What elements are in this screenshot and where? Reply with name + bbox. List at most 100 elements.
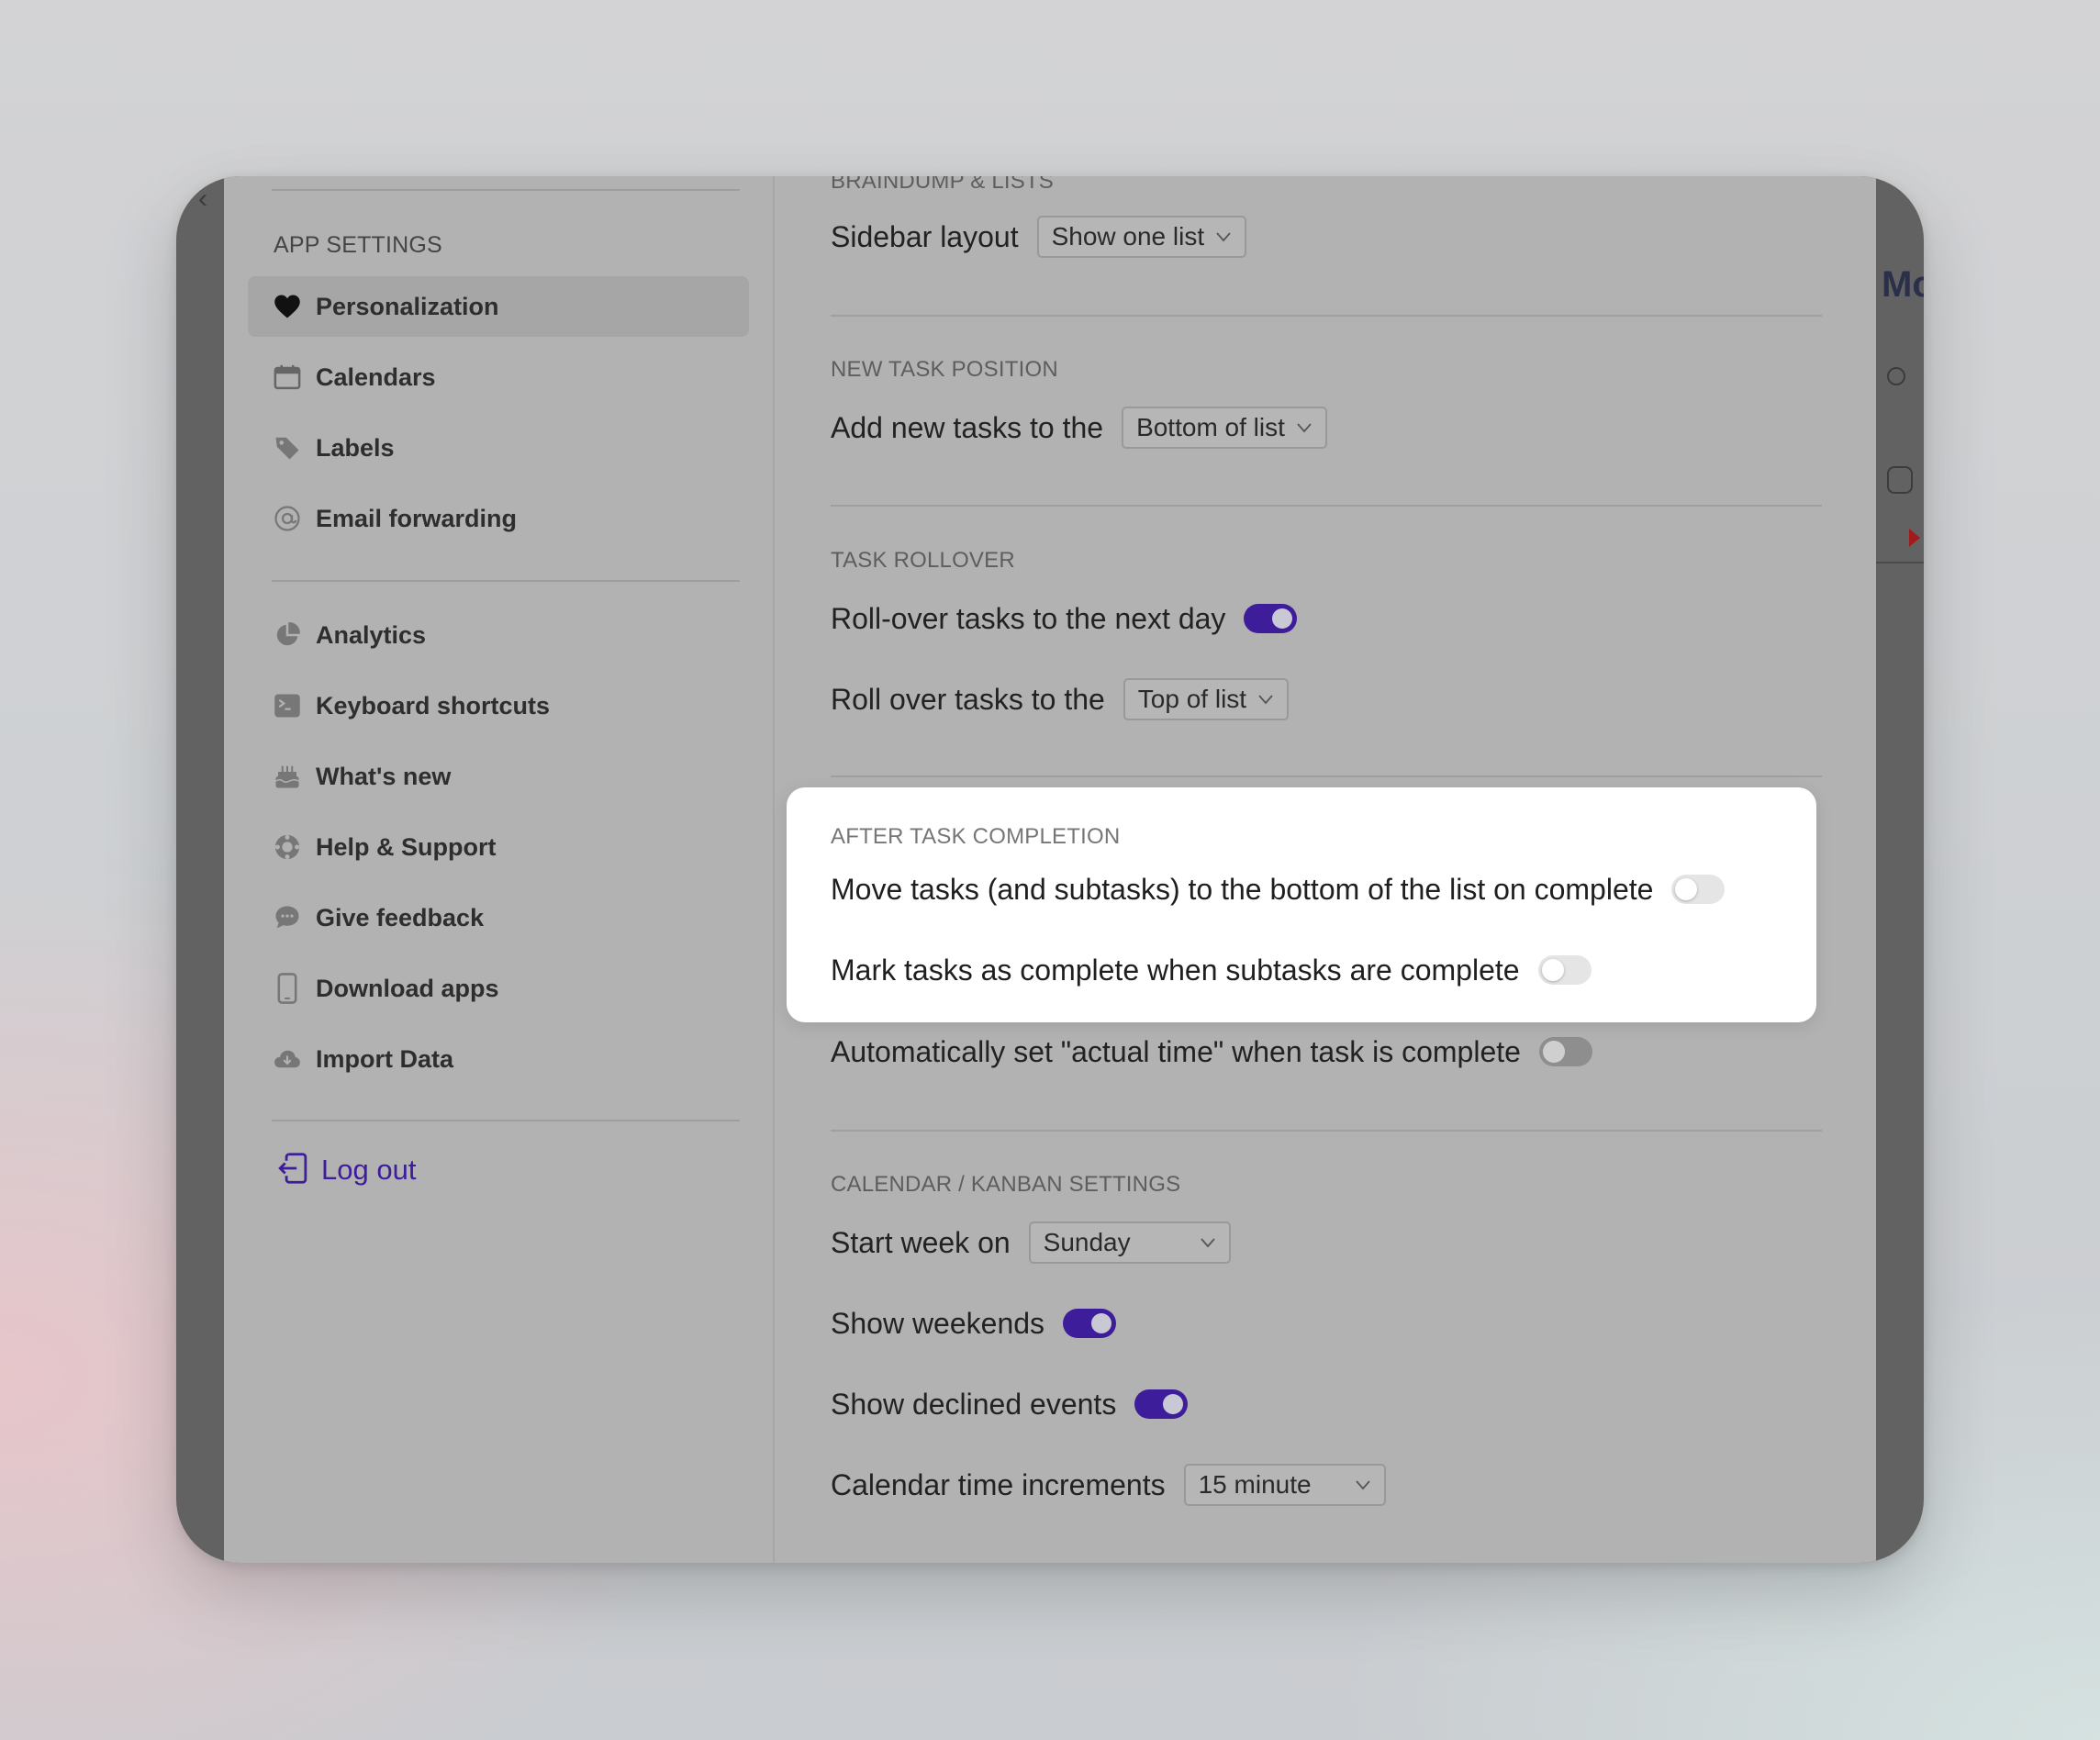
setting-row-start-week: Start week on Sunday: [831, 1219, 1231, 1266]
lifebuoy-icon: [274, 833, 301, 861]
setting-label: Sidebar layout: [831, 219, 1019, 253]
section-title-after-completion: AFTER TASK COMPLETION: [831, 824, 1121, 849]
dropdown-value: Bottom of list: [1136, 413, 1285, 441]
dropdown-value: Show one list: [1051, 222, 1205, 251]
setting-row-rollover-position: Roll over tasks to the Top of list: [831, 675, 1290, 723]
sidebar-divider: [272, 189, 740, 191]
section-divider: [831, 775, 1822, 777]
section-title-new-task-position: NEW TASK POSITION: [831, 357, 1058, 382]
cake-icon: [274, 763, 301, 790]
time-increments-dropdown[interactable]: 15 minute: [1183, 1464, 1386, 1506]
checkbox-icon: [1887, 466, 1913, 494]
sidebar-item-help-support[interactable]: Help & Support: [248, 817, 749, 877]
rollover-position-dropdown[interactable]: Top of list: [1123, 678, 1290, 720]
start-week-dropdown[interactable]: Sunday: [1028, 1221, 1231, 1264]
terminal-icon: [274, 692, 301, 719]
logout-label: Log out: [321, 1154, 417, 1186]
chevron-down-icon: [1215, 229, 1232, 245]
setting-row-move-tasks: Move tasks (and subtasks) to the bottom …: [831, 865, 1726, 913]
section-divider: [831, 1130, 1822, 1132]
add-circle-icon: [1887, 367, 1905, 385]
sidebar-item-label: Personalization: [316, 292, 499, 320]
setting-row-add-new-tasks: Add new tasks to the Bottom of list: [831, 404, 1327, 452]
weekends-toggle[interactable]: [1063, 1309, 1117, 1338]
new-task-position-dropdown[interactable]: Bottom of list: [1122, 407, 1327, 449]
sidebar-layout-dropdown[interactable]: Show one list: [1036, 216, 1247, 258]
setting-label: Mark tasks as complete when subtasks are…: [831, 953, 1520, 987]
dropdown-value: 15 minute: [1198, 1470, 1312, 1499]
setting-label: Show weekends: [831, 1306, 1045, 1340]
background-app-edge: Mc: [1876, 176, 1924, 1563]
sidebar-item-label: Keyboard shortcuts: [316, 691, 551, 719]
sidebar-item-label: Import Data: [316, 1044, 454, 1073]
move-tasks-toggle[interactable]: [1671, 875, 1726, 904]
phone-icon: [274, 973, 301, 1004]
sidebar-item-labels[interactable]: Labels: [248, 418, 749, 478]
setting-row-actual-time: Automatically set "actual time" when tas…: [831, 1028, 1592, 1076]
dropdown-value: Top of list: [1137, 685, 1247, 713]
sidebar-item-download-apps[interactable]: Download apps: [248, 958, 749, 1019]
settings-sidebar: APP SETTINGS Personalization Calendars L…: [224, 176, 775, 1563]
setting-row-weekends: Show weekends: [831, 1299, 1117, 1347]
section-title-braindump: BRAINDUMP & LISTS: [831, 176, 1055, 194]
section-divider: [831, 505, 1822, 507]
setting-label: Calendar time increments: [831, 1467, 1166, 1501]
background-title: Mc: [1882, 264, 1924, 305]
section-title-task-rollover: TASK ROLLOVER: [831, 548, 1015, 573]
sidebar-item-give-feedback[interactable]: Give feedback: [248, 887, 749, 948]
back-arrow-icon: ‹: [198, 184, 207, 214]
actual-time-toggle[interactable]: [1538, 1037, 1592, 1066]
heart-icon: [274, 293, 301, 320]
sidebar-item-label: Email forwarding: [316, 504, 518, 532]
sidebar-item-label: Help & Support: [316, 832, 497, 861]
sidebar-heading: APP SETTINGS: [274, 232, 442, 258]
sidebar-item-label: Labels: [316, 433, 395, 462]
sidebar-item-import-data[interactable]: Import Data: [248, 1029, 749, 1089]
setting-row-sidebar-layout: Sidebar layout Show one list: [831, 213, 1247, 261]
sidebar-item-label: Calendars: [316, 362, 436, 391]
chevron-down-icon: [1355, 1477, 1371, 1493]
setting-label: Move tasks (and subtasks) to the bottom …: [831, 872, 1654, 906]
calendar-icon: [274, 363, 301, 391]
divider: [1876, 562, 1924, 563]
sidebar-item-calendars[interactable]: Calendars: [248, 347, 749, 407]
dropdown-value: Sunday: [1043, 1228, 1131, 1256]
rollover-toggle[interactable]: [1244, 604, 1298, 633]
setting-label: Start week on: [831, 1225, 1011, 1259]
sidebar-item-label: Give feedback: [316, 903, 485, 931]
logout-icon: [277, 1152, 308, 1189]
pie-chart-icon: [274, 621, 301, 649]
setting-label: Roll-over tasks to the next day: [831, 601, 1226, 635]
chat-bubble-icon: [274, 904, 301, 931]
cloud-download-icon: [274, 1045, 301, 1073]
sidebar-item-label: What's new: [316, 762, 452, 790]
sidebar-item-personalization[interactable]: Personalization: [248, 276, 749, 337]
declined-events-toggle[interactable]: [1134, 1389, 1189, 1419]
sidebar-item-keyboard-shortcuts[interactable]: Keyboard shortcuts: [248, 675, 749, 736]
mark-complete-toggle[interactable]: [1537, 955, 1592, 985]
setting-label: Automatically set "actual time" when tas…: [831, 1034, 1521, 1068]
sidebar-item-label: Analytics: [316, 620, 427, 649]
setting-row-time-increments: Calendar time increments 15 minute: [831, 1461, 1386, 1509]
chevron-down-icon: [1296, 419, 1312, 436]
setting-row-rollover: Roll-over tasks to the next day: [831, 595, 1298, 642]
sidebar-item-label: Download apps: [316, 974, 499, 1002]
flag-icon: [1909, 529, 1920, 547]
setting-row-declined-events: Show declined events: [831, 1380, 1189, 1428]
setting-row-mark-complete: Mark tasks as complete when subtasks are…: [831, 946, 1592, 994]
sidebar-divider: [272, 1120, 740, 1121]
after-task-completion-panel: AFTER TASK COMPLETION Move tasks (and su…: [787, 787, 1816, 1022]
sidebar-item-whats-new[interactable]: What's new: [248, 746, 749, 807]
sidebar-item-email-forwarding[interactable]: Email forwarding: [248, 488, 749, 549]
tag-icon: [274, 434, 301, 462]
chevron-down-icon: [1257, 691, 1274, 708]
logout-button[interactable]: Log out: [277, 1147, 416, 1193]
at-icon: [274, 505, 301, 532]
sidebar-item-analytics[interactable]: Analytics: [248, 605, 749, 665]
sidebar-divider: [272, 580, 740, 582]
setting-label: Add new tasks to the: [831, 410, 1104, 444]
section-title-calendar: CALENDAR / KANBAN SETTINGS: [831, 1172, 1181, 1197]
chevron-down-icon: [1200, 1234, 1216, 1251]
setting-label: Roll over tasks to the: [831, 682, 1105, 716]
setting-label: Show declined events: [831, 1387, 1117, 1421]
